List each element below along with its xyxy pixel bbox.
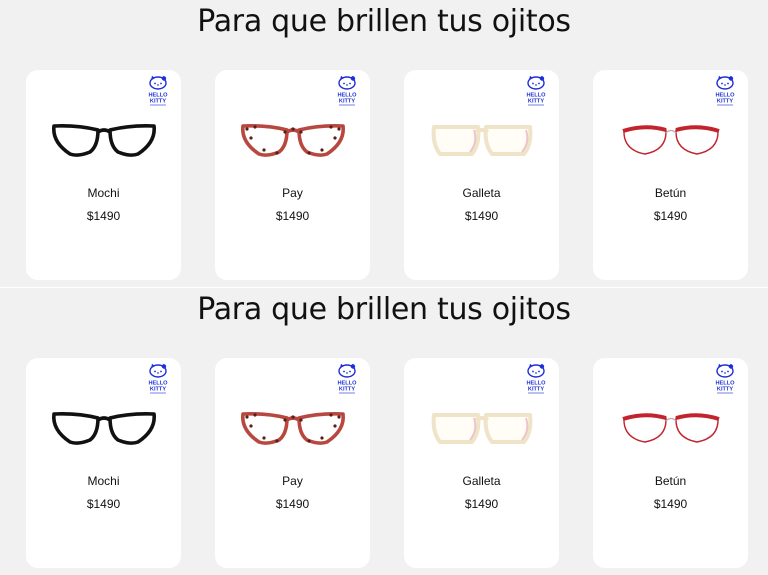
hello-kitty-logo-icon: HELLOKITTY <box>527 75 546 106</box>
svg-text:KITTY: KITTY <box>150 99 166 105</box>
hello-kitty-logo-icon: HELLOKITTY <box>527 363 546 394</box>
svg-text:KITTY: KITTY <box>528 387 544 393</box>
product-card-pay[interactable]: HELLO KITTY Pay $1490 <box>215 70 370 280</box>
section-title: Para que brillen tus ojitos <box>197 4 571 39</box>
black-cat-eye-glasses-icon <box>52 124 156 157</box>
product-name[interactable]: Mochi <box>26 474 181 488</box>
product-name[interactable]: Pay <box>215 186 370 200</box>
product-section: Para que brillen tus ojitos HELLO KITTY M… <box>0 0 768 287</box>
product-card-betun[interactable]: HELLO KITTY Betún $1490 <box>593 358 748 568</box>
svg-text:KITTY: KITTY <box>339 387 355 393</box>
tortoise-cat-eye-glasses-icon <box>241 412 345 445</box>
hello-kitty-logo-icon: HELLOKITTY <box>338 75 357 106</box>
product-card-betun[interactable]: HELLO KITTY Betún $1490 <box>593 70 748 280</box>
svg-text:KITTY: KITTY <box>717 387 733 393</box>
product-name[interactable]: Galleta <box>404 474 559 488</box>
hello-kitty-logo-icon: HELLOKITTY <box>716 75 735 106</box>
tortoise-cat-eye-glasses-icon <box>241 124 345 157</box>
product-price: $1490 <box>464 209 499 223</box>
hello-kitty-logo-icon: HELLOKITTY <box>149 363 168 394</box>
product-price: $1490 <box>275 209 310 223</box>
product-card-mochi[interactable]: HELLO KITTY Mochi $1490 <box>26 70 181 280</box>
cream-glasses-icon <box>431 125 533 156</box>
product-name[interactable]: Betún <box>593 474 748 488</box>
product-price: $1490 <box>653 497 688 511</box>
product-price: $1490 <box>86 497 121 511</box>
product-name[interactable]: Galleta <box>404 186 559 200</box>
product-name[interactable]: Betún <box>593 186 748 200</box>
svg-text:KITTY: KITTY <box>150 387 166 393</box>
black-cat-eye-glasses-icon <box>52 412 156 445</box>
svg-text:KITTY: KITTY <box>717 99 733 105</box>
cream-glasses-icon <box>431 413 533 444</box>
product-card-galleta[interactable]: HELLO KITTY Galleta $1490 <box>404 70 559 280</box>
hello-kitty-logo-icon: HELLOKITTY <box>338 363 357 394</box>
product-card-pay[interactable]: HELLO KITTY Pay $1490 <box>215 358 370 568</box>
section-title: Para que brillen tus ojitos <box>197 292 571 327</box>
svg-text:KITTY: KITTY <box>339 99 355 105</box>
product-price: $1490 <box>653 209 688 223</box>
product-price: $1490 <box>275 497 310 511</box>
product-price: $1490 <box>464 497 499 511</box>
red-metal-glasses-icon <box>622 413 720 443</box>
product-card-mochi[interactable]: HELLO KITTY Mochi $1490 <box>26 358 181 568</box>
svg-text:KITTY: KITTY <box>528 99 544 105</box>
product-price: $1490 <box>86 209 121 223</box>
product-card-galleta[interactable]: HELLO KITTY Galleta $1490 <box>404 358 559 568</box>
red-metal-glasses-icon <box>622 125 720 155</box>
product-name[interactable]: Pay <box>215 474 370 488</box>
product-section: Para que brillen tus ojitos HELLO KITTY M… <box>0 288 768 575</box>
hello-kitty-logo-icon: HELLOKITTY <box>149 75 168 106</box>
product-name[interactable]: Mochi <box>26 186 181 200</box>
hello-kitty-logo-icon: HELLOKITTY <box>716 363 735 394</box>
